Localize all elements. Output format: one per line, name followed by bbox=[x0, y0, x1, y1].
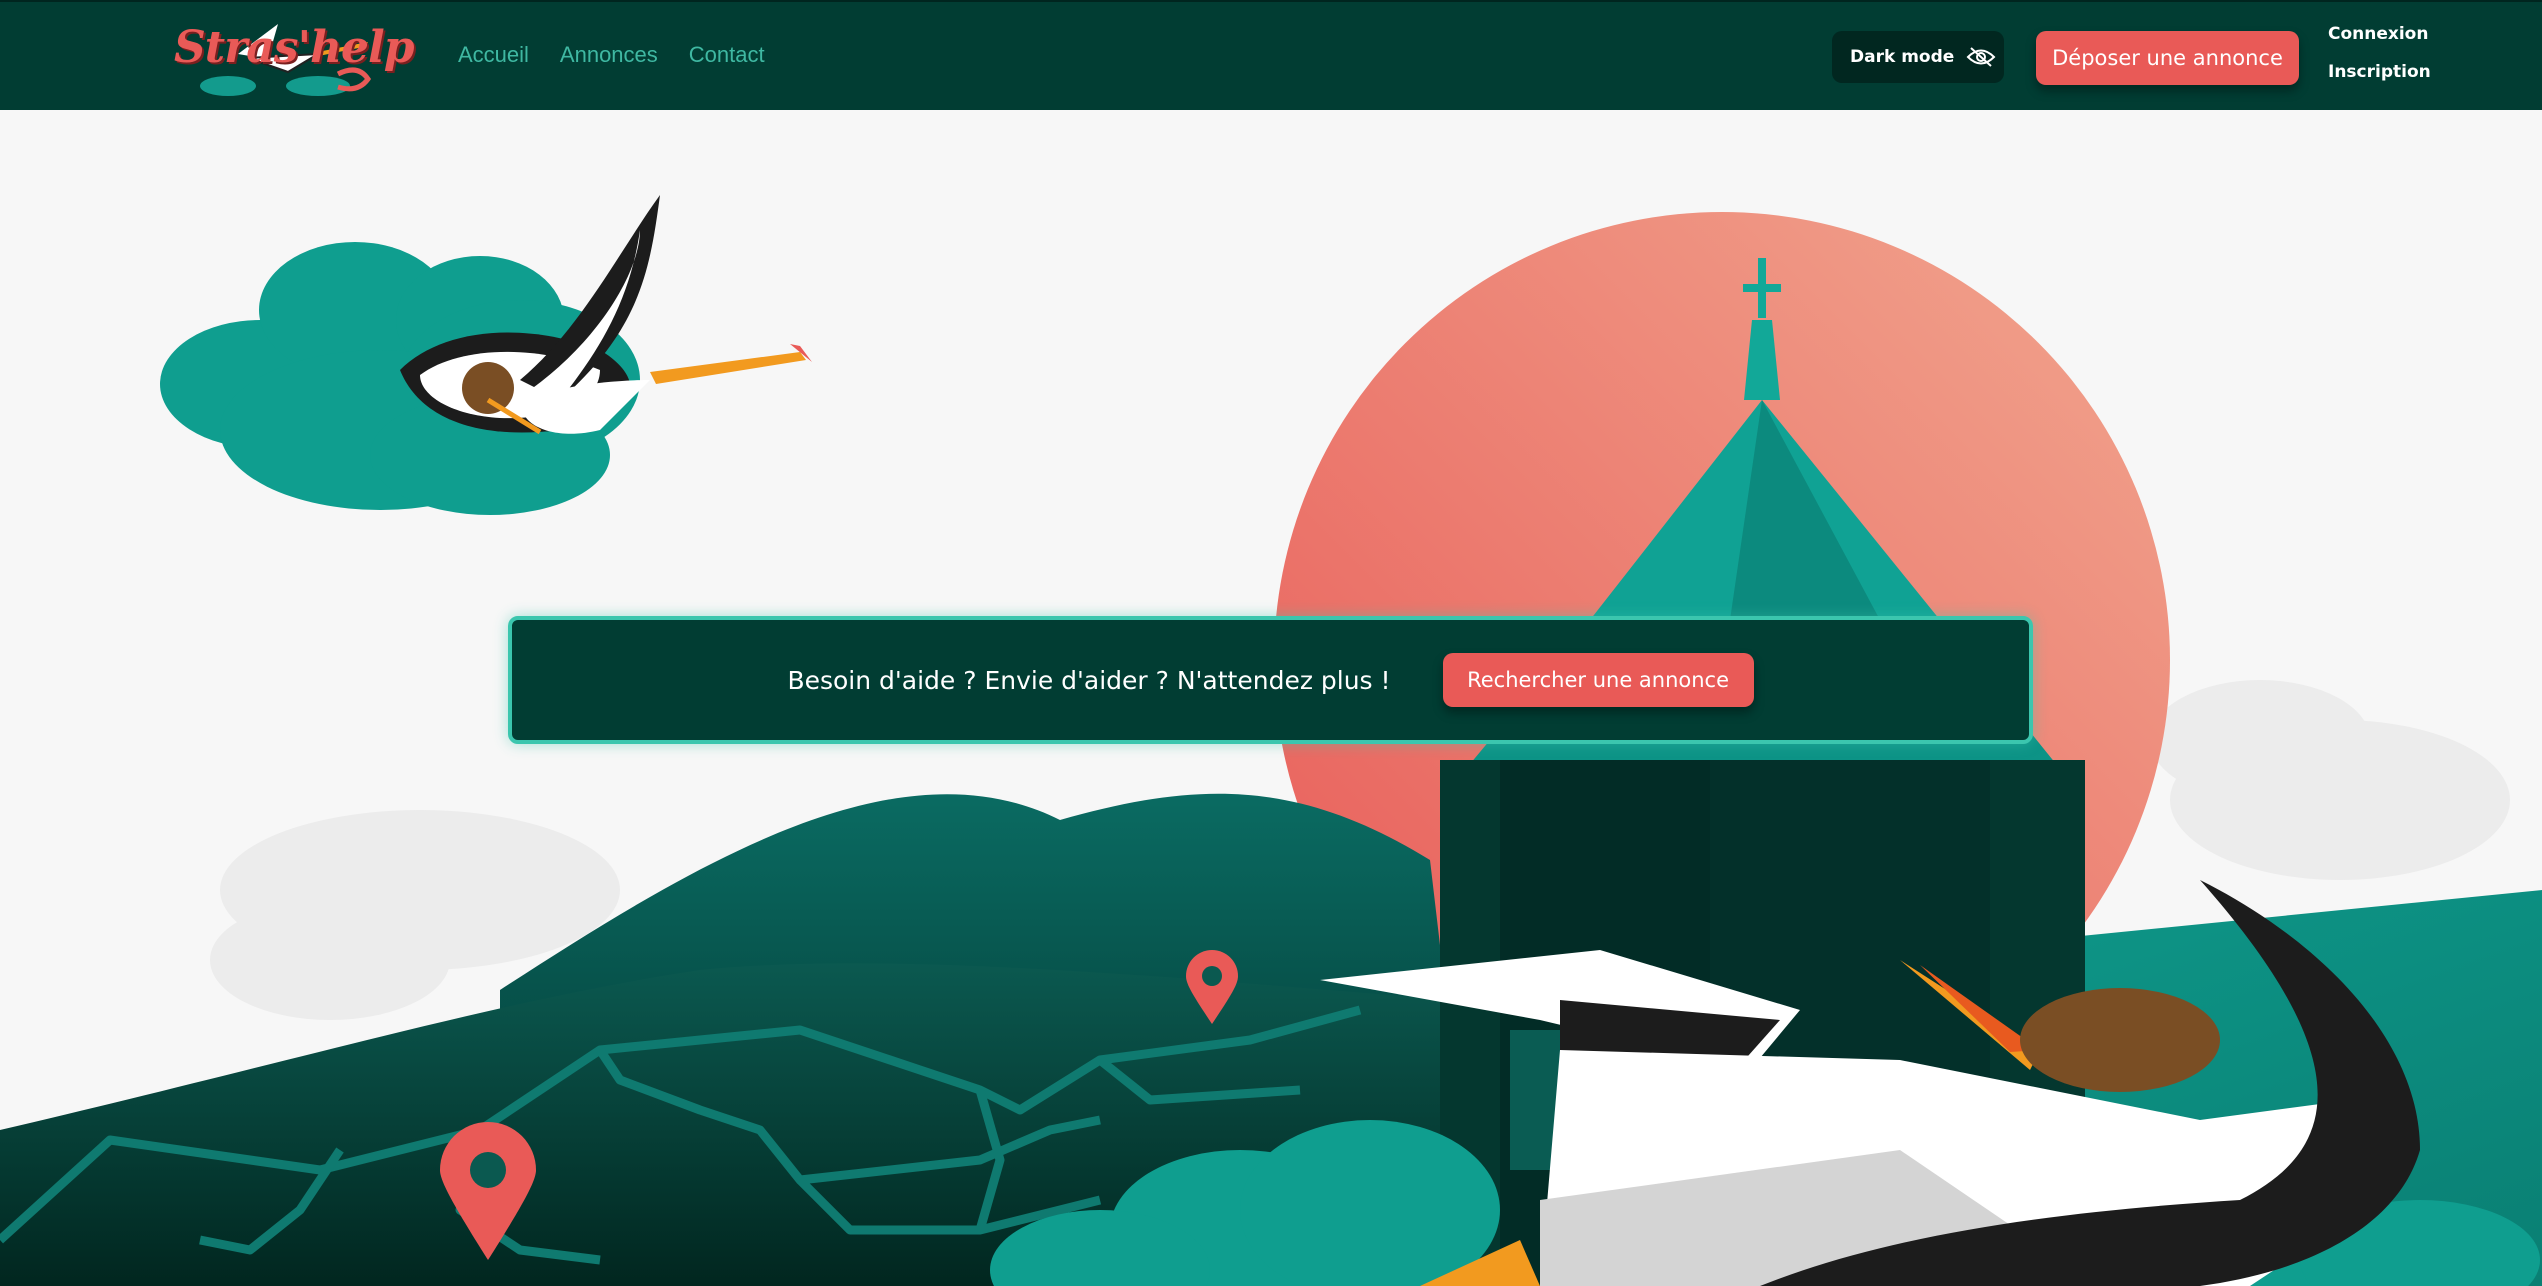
brand-logo[interactable]: Stras'help bbox=[168, 14, 414, 100]
dark-mode-toggle[interactable]: Dark mode bbox=[1832, 31, 2004, 83]
nav-link-annonces[interactable]: Annonces bbox=[560, 42, 658, 68]
register-link[interactable]: Inscription bbox=[2328, 62, 2431, 82]
eye-slash-icon bbox=[1966, 47, 1996, 67]
auth-links: Connexion Inscription bbox=[2328, 24, 2431, 82]
brand-name: Stras'help bbox=[174, 22, 414, 73]
nav-link-contact[interactable]: Contact bbox=[689, 42, 765, 68]
search-ad-button[interactable]: Rechercher une annonce bbox=[1442, 653, 1754, 707]
hero-tagline: Besoin d'aide ? Envie d'aider ? N'attend… bbox=[787, 665, 1391, 695]
main-nav: Accueil Annonces Contact bbox=[458, 42, 765, 68]
top-navbar: Stras'help Accueil Annonces Contact Dark… bbox=[0, 0, 2542, 110]
hero-search-banner: Besoin d'aide ? Envie d'aider ? N'attend… bbox=[508, 616, 2033, 744]
nav-link-accueil[interactable]: Accueil bbox=[458, 42, 529, 68]
flying-stork-cloud bbox=[160, 195, 812, 515]
deposit-ad-button[interactable]: Déposer une annonce bbox=[2036, 31, 2299, 85]
dark-mode-label: Dark mode bbox=[1850, 47, 1955, 67]
login-link[interactable]: Connexion bbox=[2328, 24, 2431, 44]
